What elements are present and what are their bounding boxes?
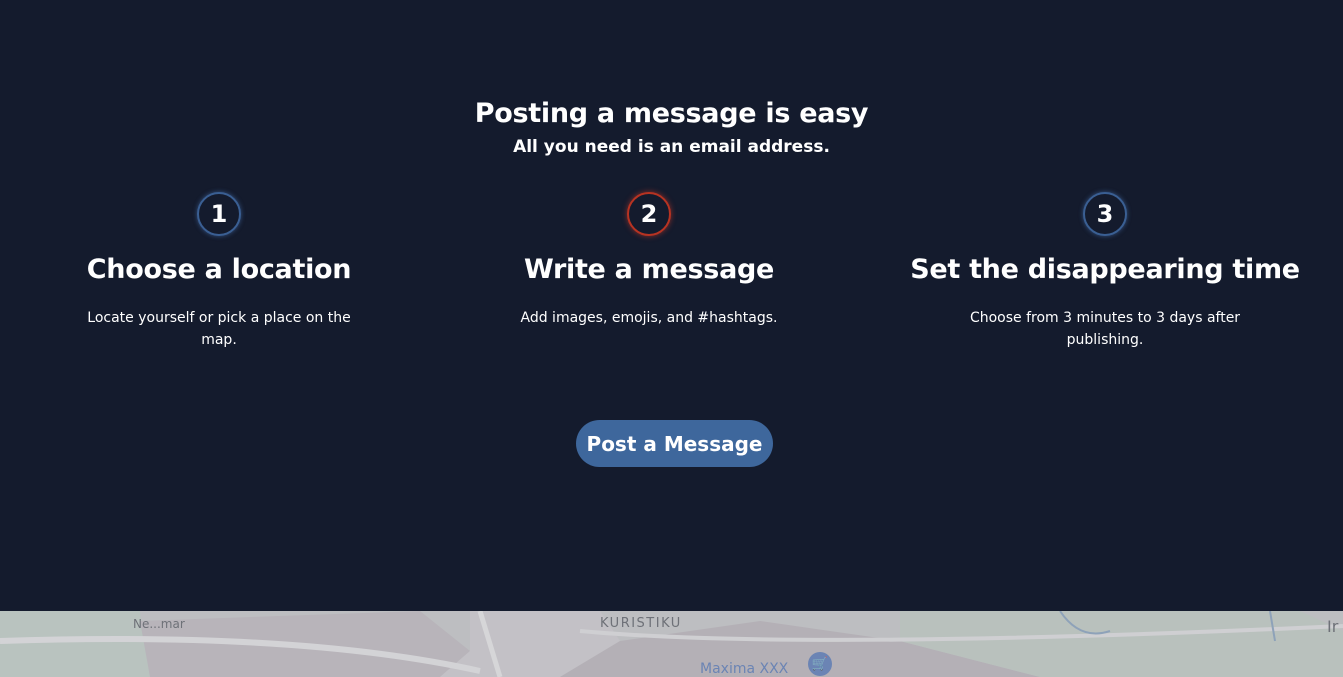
step-title: Choose a location bbox=[86, 254, 352, 285]
map-edge-label: Ir bbox=[1327, 617, 1339, 636]
map-street-label: Ne...mar bbox=[133, 617, 185, 631]
step-write-message: 2 Write a message Add images, emojis, an… bbox=[439, 192, 859, 329]
step-number-badge: 3 bbox=[1083, 192, 1127, 236]
step-number-badge: 2 bbox=[627, 192, 671, 236]
step-choose-location: 1 Choose a location Locate yourself or p… bbox=[9, 192, 429, 351]
step-disappearing-time: 3 Set the disappearing time Choose from … bbox=[895, 192, 1315, 351]
section-subtitle: All you need is an email address. bbox=[513, 137, 830, 157]
map-poi-label[interactable]: Maxima XXX bbox=[700, 661, 788, 677]
how-it-works-section: Posting a message is easy All you need i… bbox=[0, 0, 1343, 611]
post-message-button[interactable]: Post a Message bbox=[576, 420, 773, 467]
map-preview[interactable]: Ne...mar KURISTIKU Maxima XXX 🛒 Ir bbox=[0, 611, 1343, 677]
step-description: Add images, emojis, and #hashtags. bbox=[520, 310, 778, 326]
shopping-cart-icon[interactable]: 🛒 bbox=[808, 652, 832, 676]
section-title: Posting a message is easy bbox=[474, 98, 869, 129]
map-district-label: KURISTIKU bbox=[600, 616, 682, 631]
step-title: Write a message bbox=[523, 254, 775, 285]
step-description: Choose from 3 minutes to 3 days after pu… bbox=[969, 310, 1241, 348]
step-title: Set the disappearing time bbox=[910, 254, 1300, 285]
step-number-badge: 1 bbox=[197, 192, 241, 236]
step-description: Locate yourself or pick a place on the m… bbox=[87, 310, 351, 348]
